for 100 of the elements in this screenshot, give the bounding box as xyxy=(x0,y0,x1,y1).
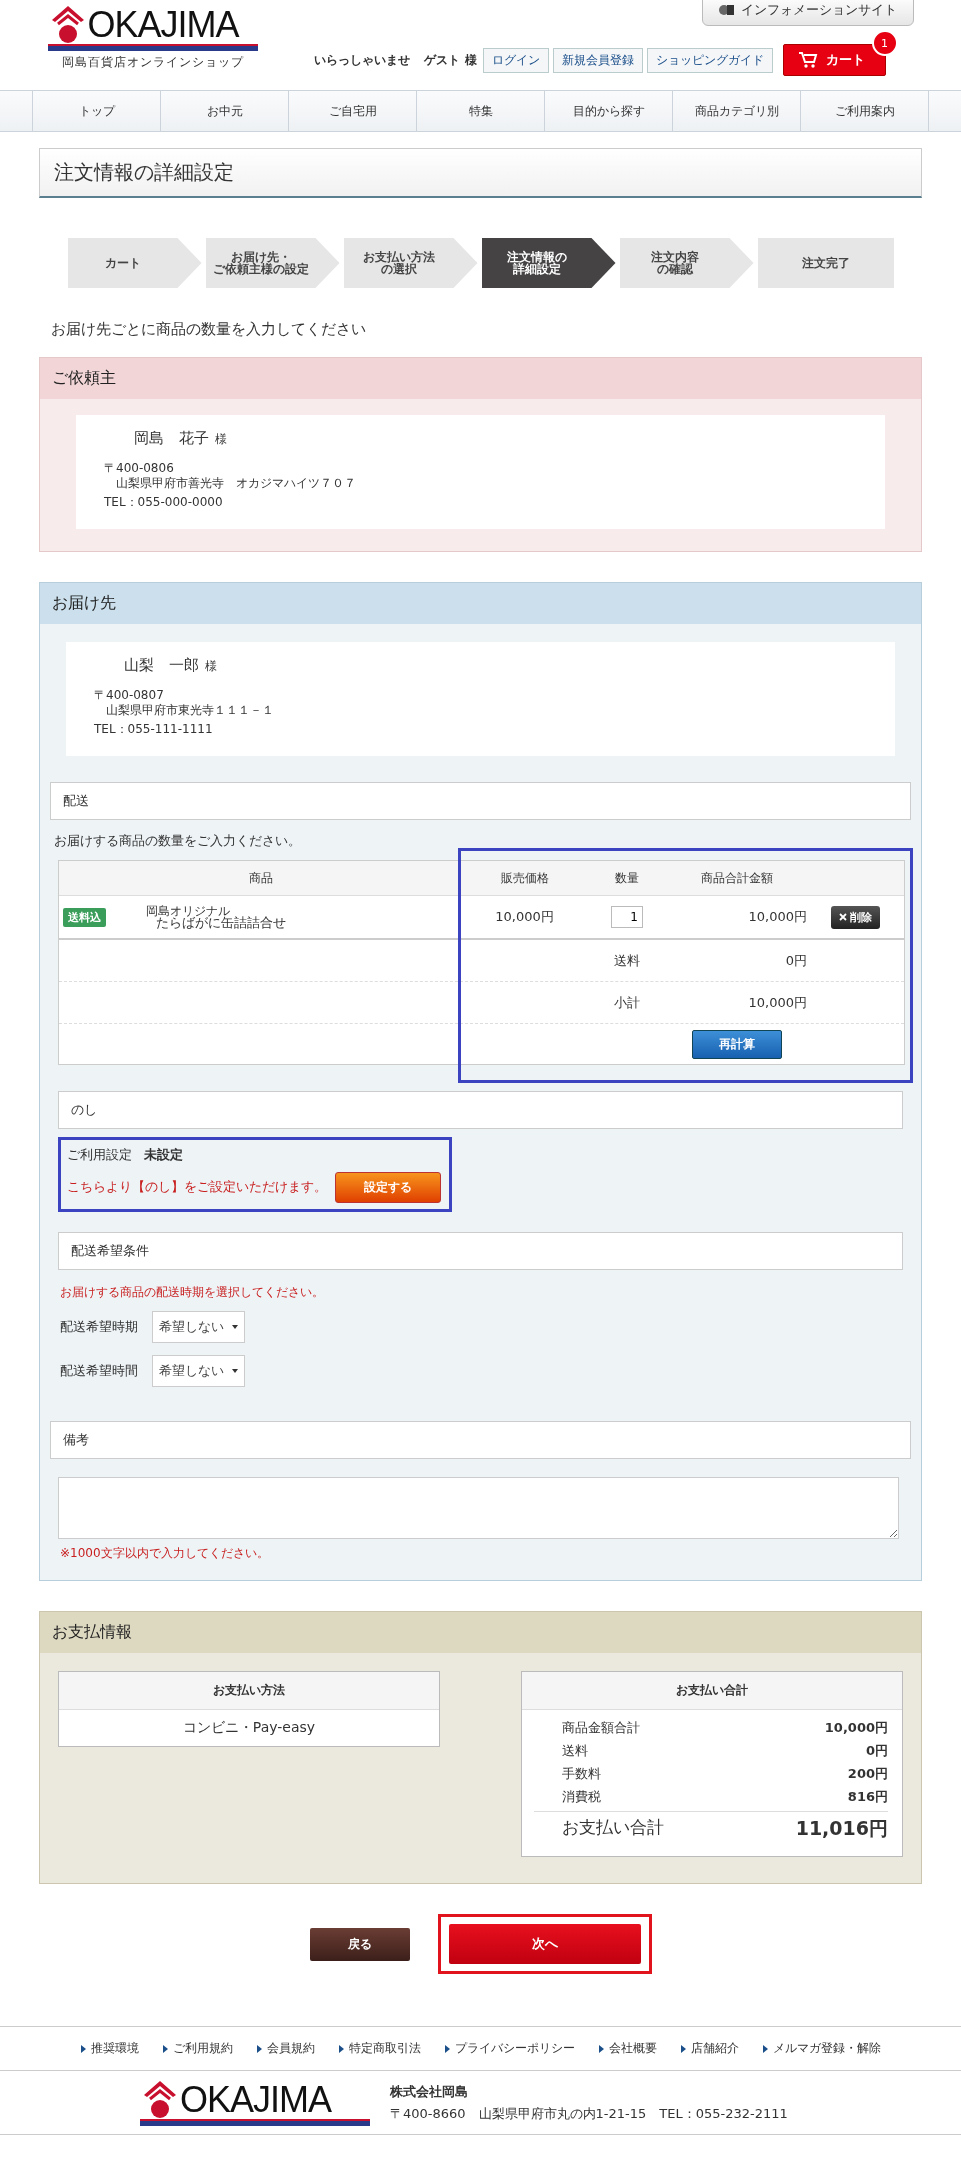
delete-button[interactable]: 削除 xyxy=(831,905,880,929)
cart-icon xyxy=(797,51,818,69)
panel-title: お支払情報 xyxy=(40,1612,921,1653)
company-address: 〒400-8660 山梨県甲府市丸の内1-21-15 TEL：055-232-2111 xyxy=(390,2104,788,2123)
panel-title: お届け先 xyxy=(40,583,921,624)
field-label: 配送希望時期 xyxy=(60,1318,138,1336)
grand-total-label: お支払い合計 xyxy=(562,1816,664,1839)
step-label: 注文情報の xyxy=(506,251,567,263)
address-text: 山梨県甲府市善光寺 オカジマハイツ７０７ xyxy=(116,476,357,491)
triangle-icon xyxy=(162,2044,168,2053)
nav-item[interactable]: お中元 xyxy=(160,91,288,131)
step-label: お届け先・ xyxy=(230,251,291,263)
box-title: お支払い合計 xyxy=(522,1672,902,1710)
header-link[interactable]: 新規会員登録 xyxy=(552,47,643,73)
noshi-note: こちらより【のし】をご設定いただけます。 xyxy=(67,1179,327,1196)
total-cell: 10,000円 xyxy=(748,908,807,926)
nav-item[interactable]: トップ xyxy=(32,91,160,131)
step-label: の選択 xyxy=(380,263,417,275)
triangle-icon xyxy=(762,2044,768,2053)
footer-link[interactable]: 会員規約 xyxy=(256,2040,315,2057)
charge-value: 10,000円 xyxy=(824,1719,888,1737)
footer-link[interactable]: プライバシーポリシー xyxy=(444,2040,575,2057)
step-label: の確認 xyxy=(656,263,693,275)
caret-icon xyxy=(232,1325,238,1329)
caret-icon xyxy=(232,1369,238,1373)
summary-value: 0円 xyxy=(785,951,807,970)
logo-wordmark[interactable]: OKAJIMA xyxy=(180,2081,332,2119)
footer-link[interactable]: 特定商取引法 xyxy=(338,2040,421,2057)
box-title: お支払い方法 xyxy=(59,1672,439,1710)
honorific: 様 xyxy=(215,432,227,447)
triangle-icon xyxy=(80,2044,86,2053)
column-header: 数量 xyxy=(615,869,639,887)
setting-label: ご利用設定 xyxy=(67,1146,132,1164)
column-header: 販売価格 xyxy=(500,869,549,887)
step-label: 注文内容 xyxy=(650,251,699,263)
step-label: 詳細設定 xyxy=(512,263,561,275)
company-name: 株式会社岡島 xyxy=(390,2082,469,2101)
panel-title: ご依頼主 xyxy=(40,358,921,399)
nav-item[interactable]: ご自宅用 xyxy=(288,91,416,131)
nav-item[interactable]: 目的から探す xyxy=(544,91,672,131)
postal-code: 〒400-0806 xyxy=(104,461,175,476)
nav-item[interactable]: ご利用案内 xyxy=(800,91,929,131)
grand-total-value: 11,016円 xyxy=(795,1816,888,1841)
charge-value: 0円 xyxy=(865,1742,888,1760)
summary-label: 小計 xyxy=(614,993,640,1012)
page-title: 注文情報の詳細設定 xyxy=(39,148,922,198)
charge-label: 商品金額合計 xyxy=(562,1719,640,1737)
step-label: ご依頼主様の設定 xyxy=(212,263,309,275)
recalculate-button[interactable]: 再計算 xyxy=(692,1029,782,1059)
triangle-icon xyxy=(338,2044,344,2053)
greeting-text: いらっしゃいませ xyxy=(314,51,411,69)
footer-link[interactable]: 会社概要 xyxy=(598,2040,657,2057)
phone-number: TEL：055-111-1111 xyxy=(94,722,214,737)
remarks-note: ※1000文字以内で入力してください。 xyxy=(60,1545,270,1562)
header-link[interactable]: ログイン xyxy=(482,47,549,73)
user-name: ゲスト 様 xyxy=(424,51,477,69)
nav-item[interactable]: 特集 xyxy=(416,91,544,131)
back-button[interactable]: 戻る xyxy=(309,1927,410,1961)
column-header: 商品 xyxy=(248,869,273,887)
price-cell: 10,000円 xyxy=(495,908,554,926)
charge-label: 手数料 xyxy=(562,1765,601,1783)
footer-link[interactable]: 推奨環境 xyxy=(80,2040,139,2057)
footer-link[interactable]: ご利用規約 xyxy=(162,2040,233,2057)
triangle-icon xyxy=(598,2044,604,2053)
triangle-icon xyxy=(256,2044,262,2053)
address-text: 山梨県甲府市東光寺１１１－１ xyxy=(106,703,275,718)
section-header: のし xyxy=(58,1091,903,1129)
cart-count-badge: 1 xyxy=(871,30,898,56)
honorific: 様 xyxy=(205,659,217,674)
dropdown[interactable]: 希望しない xyxy=(152,1355,245,1387)
quantity-input[interactable]: 1 xyxy=(611,906,643,928)
recipient-name: 岡島 花子 xyxy=(134,431,209,446)
charge-label: 消費税 xyxy=(562,1788,601,1806)
payment-method: コンビニ・Pay-easy xyxy=(181,1718,317,1737)
next-button[interactable]: 次へ xyxy=(448,1924,641,1964)
footer-link[interactable]: 店舗紹介 xyxy=(680,2040,739,2057)
logo-subtitle: 岡島百貨店オンラインショップ xyxy=(60,54,245,71)
shipping-note: お届けする商品の配送時期を選択してください。 xyxy=(60,1284,325,1301)
footer-link[interactable]: メルマガ登録・解除 xyxy=(762,2040,881,2057)
recipient-name: 山梨 一郎 xyxy=(124,658,199,673)
section-header: 配送希望条件 xyxy=(58,1232,903,1270)
shipping-included-tag: 送料込 xyxy=(63,907,106,927)
postal-code: 〒400-0807 xyxy=(94,688,165,703)
info-site-button[interactable]: インフォメーションサイト xyxy=(701,0,914,26)
column-header: 商品合計金額 xyxy=(701,869,773,887)
triangle-icon xyxy=(680,2044,686,2053)
nav-item[interactable]: 商品カテゴリ別 xyxy=(672,91,800,131)
header-link[interactable]: ショッピングガイド xyxy=(646,47,773,73)
charge-label: 送料 xyxy=(562,1742,588,1760)
setting-value: 未設定 xyxy=(144,1146,183,1164)
dropdown[interactable]: 希望しない xyxy=(152,1311,245,1343)
section-header: 配送 xyxy=(50,782,911,820)
remarks-field[interactable] xyxy=(58,1477,899,1539)
phone-number: TEL：055-000-0000 xyxy=(104,495,224,510)
summary-label: 送料 xyxy=(614,951,640,970)
summary-value: 10,000円 xyxy=(748,993,807,1012)
logo-wordmark[interactable]: OKAJIMA xyxy=(87,6,239,44)
note-text: お届けする商品の数量をご入力ください。 xyxy=(54,832,302,850)
charge-value: 200円 xyxy=(847,1765,888,1783)
field-label: 配送希望時間 xyxy=(60,1362,138,1380)
